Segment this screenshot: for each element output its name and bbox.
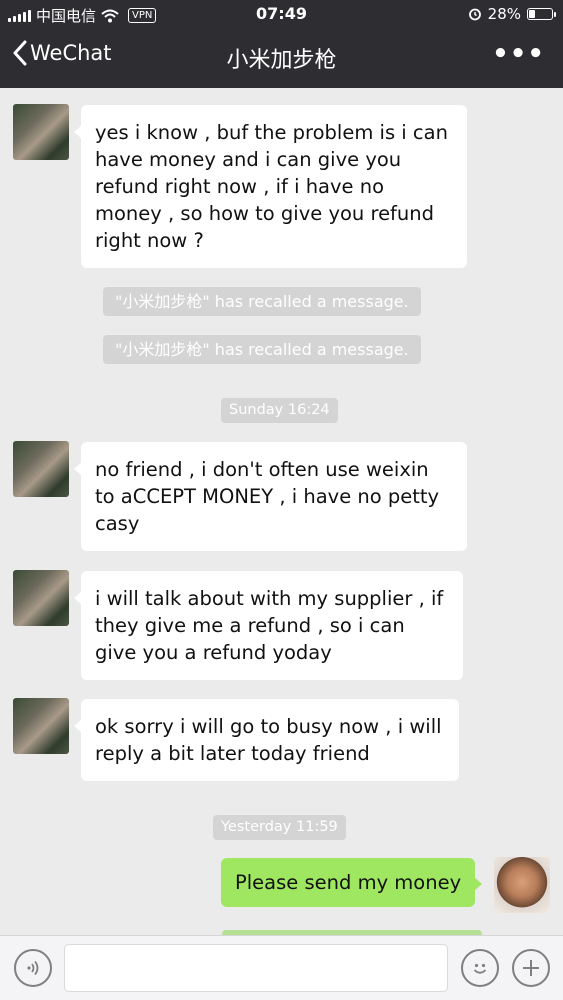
- status-right: 28%: [468, 5, 556, 23]
- user-avatar[interactable]: [494, 857, 550, 913]
- timestamp: Yesterday 11:59: [213, 815, 346, 840]
- timestamp: Sunday 16:24: [221, 398, 338, 423]
- message-text: i will talk about with my supplier , if …: [95, 587, 444, 664]
- contact-avatar[interactable]: [13, 698, 69, 754]
- message-bubble-received: yes i know , buf the problem is i can ha…: [74, 105, 467, 268]
- message-text: no friend , i don't often use weixin to …: [95, 458, 440, 535]
- chat-title: 小米加步枪: [226, 48, 337, 73]
- message-bubble-received: ok sorry i will go to busy now , i will …: [74, 699, 459, 781]
- status-bar: 中国电信 VPN 07:49 28%: [0, 0, 563, 30]
- battery-fill: [529, 10, 536, 18]
- emoji-icon: [473, 963, 487, 974]
- alarm-icon: [468, 8, 481, 21]
- message-text: Please send my money: [235, 871, 462, 894]
- recall-notice: "小米加步枪" has recalled a message.: [103, 287, 421, 316]
- plus-button[interactable]: [512, 949, 550, 987]
- voice-button[interactable]: [14, 949, 52, 987]
- message-bubble-received: i will talk about with my supplier , if …: [74, 571, 463, 680]
- message-bubble-received: no friend , i don't often use weixin to …: [74, 442, 467, 551]
- input-bar: [0, 935, 563, 1000]
- plus-icon: [523, 960, 539, 976]
- emoji-button[interactable]: [461, 949, 499, 987]
- more-button[interactable]: •••: [492, 39, 545, 69]
- message-text: yes i know , buf the problem is i can ha…: [95, 121, 448, 252]
- more-icon: •••: [492, 39, 545, 69]
- voice-icon: [27, 960, 39, 976]
- message-bubble-sent: Please send my money: [221, 858, 483, 907]
- battery-percent: 28%: [487, 5, 521, 23]
- recall-notice: "小米加步枪" has recalled a message.: [103, 335, 421, 364]
- contact-avatar[interactable]: [13, 570, 69, 626]
- contact-avatar[interactable]: [13, 104, 69, 160]
- contact-avatar[interactable]: [13, 441, 69, 497]
- battery-icon: [527, 8, 556, 20]
- top-header: 中国电信 VPN 07:49 28% WeChat 小米加步枪 •••: [0, 0, 563, 88]
- message-input[interactable]: [64, 944, 448, 992]
- message-text: ok sorry i will go to busy now , i will …: [95, 715, 442, 765]
